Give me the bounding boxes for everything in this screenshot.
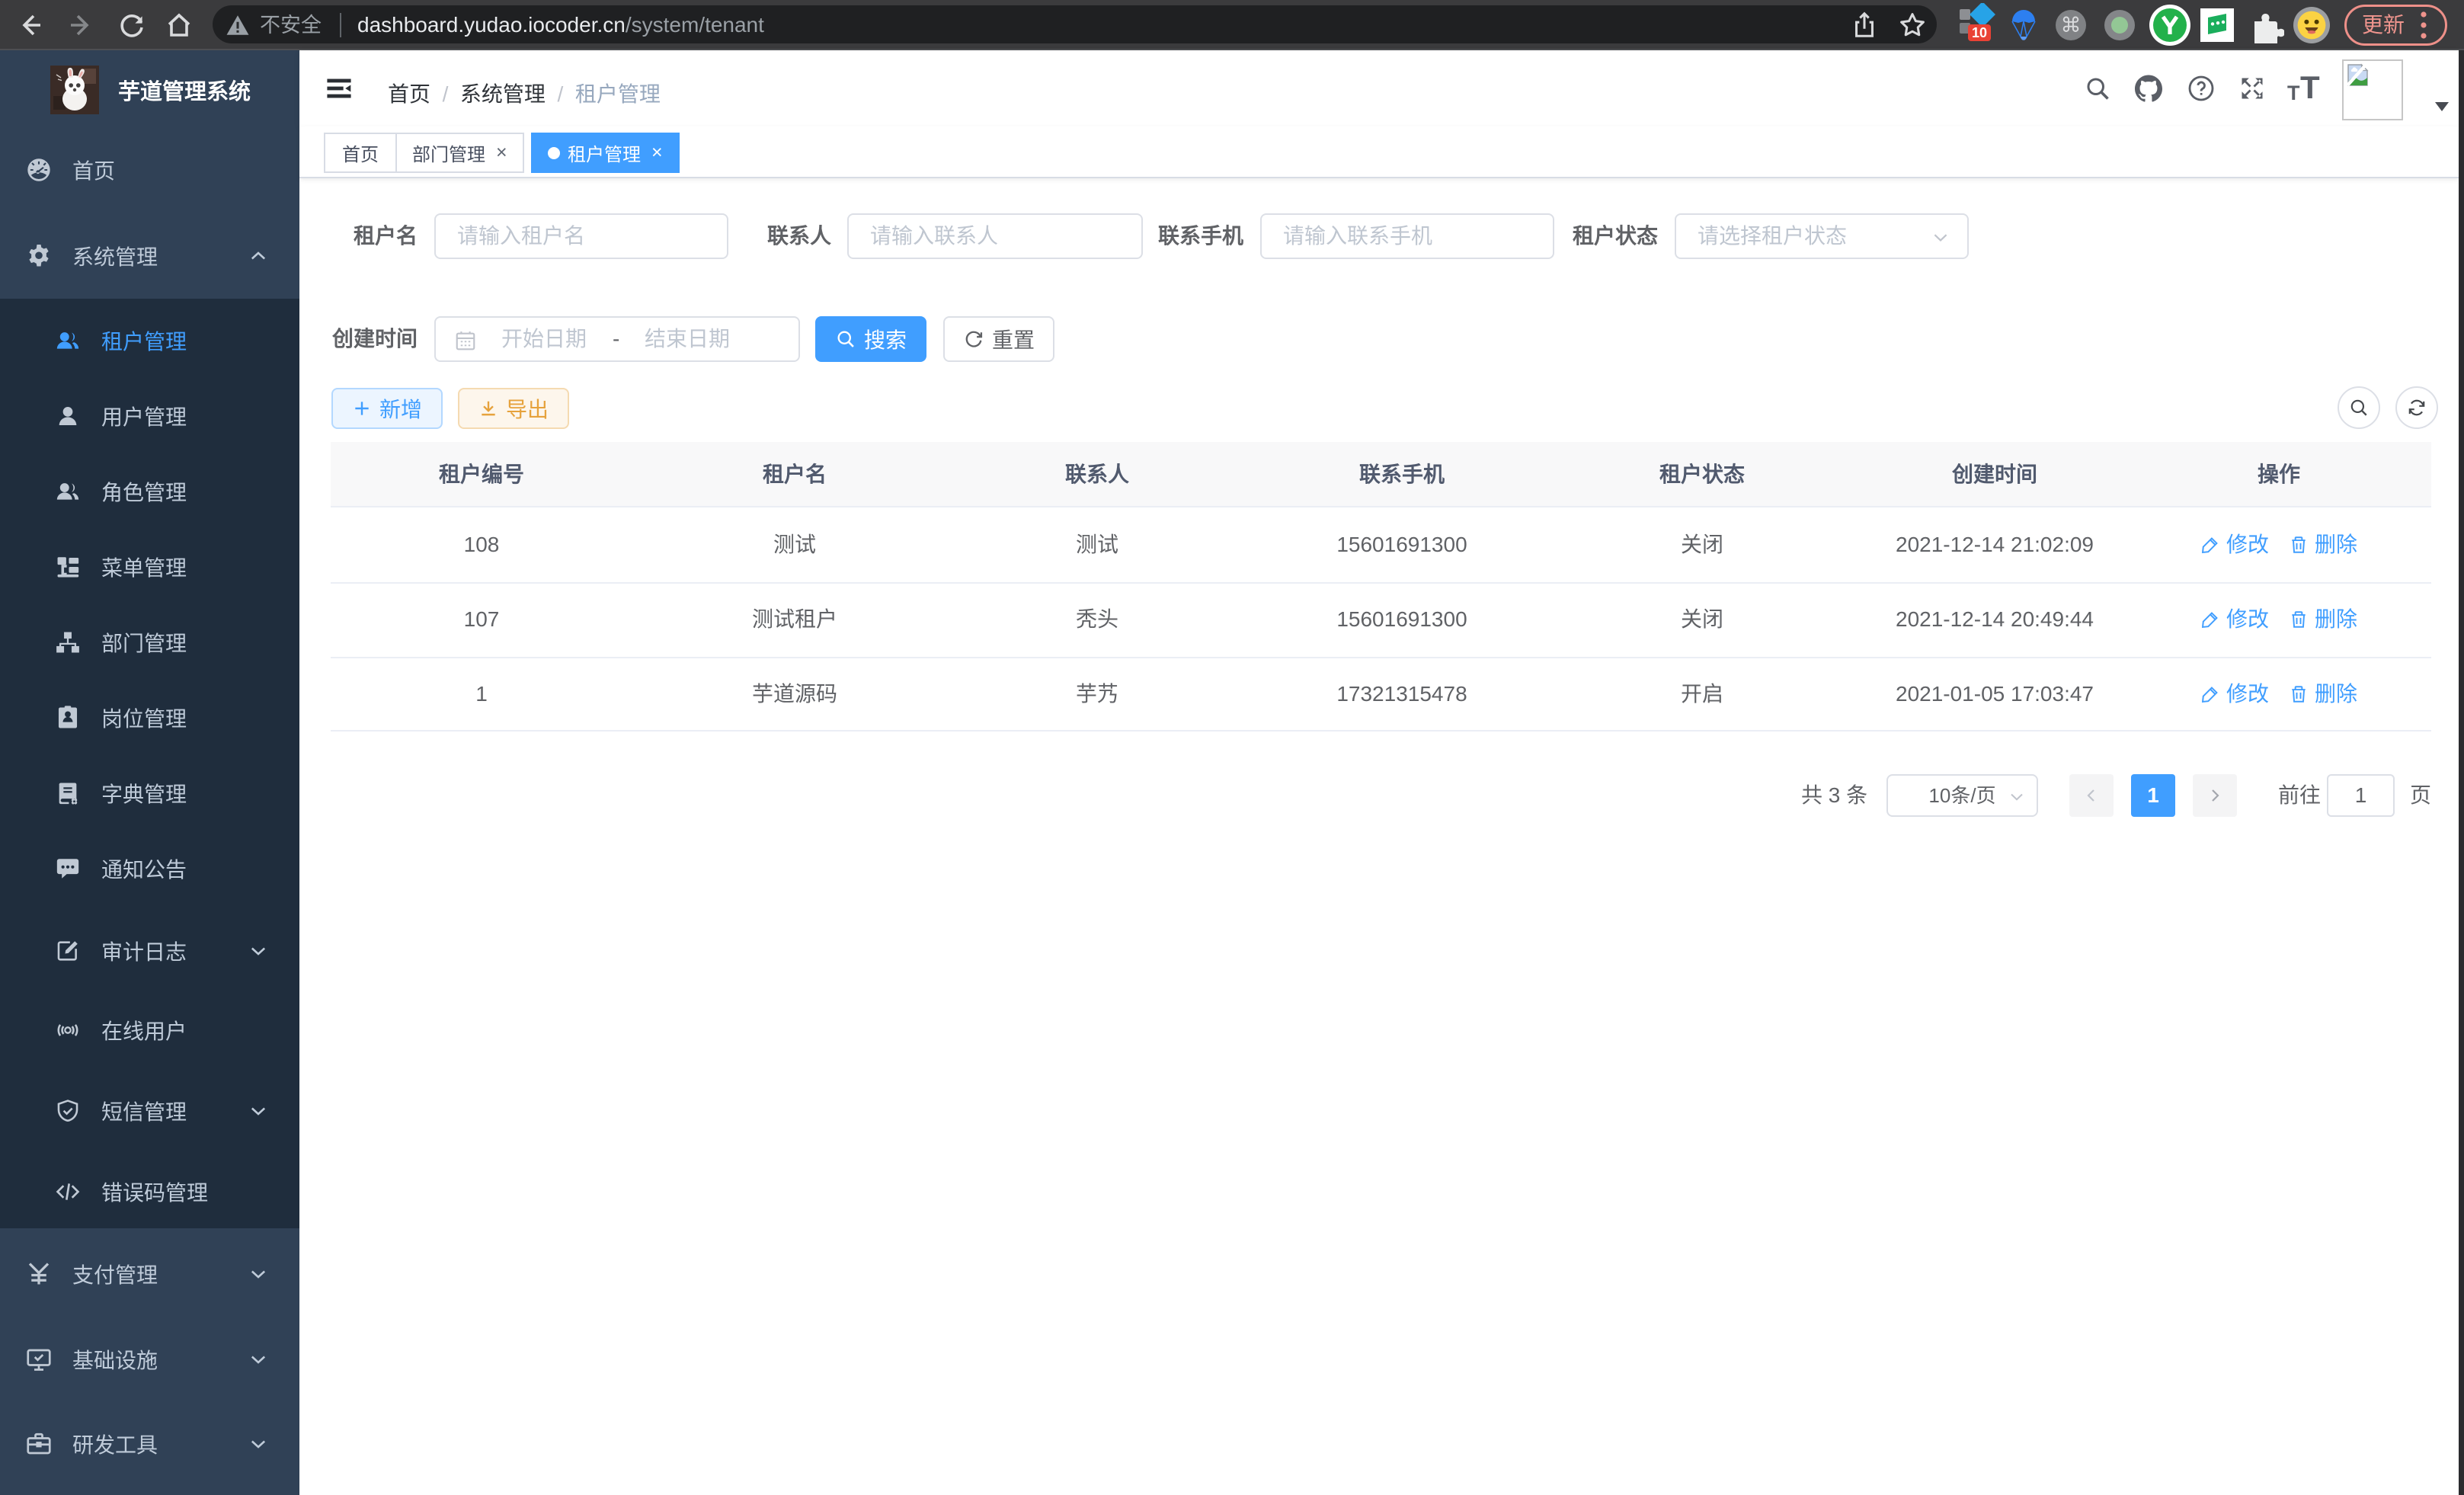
svg-text:10: 10 <box>1972 25 1987 40</box>
svg-text:⌘: ⌘ <box>2061 14 2082 37</box>
